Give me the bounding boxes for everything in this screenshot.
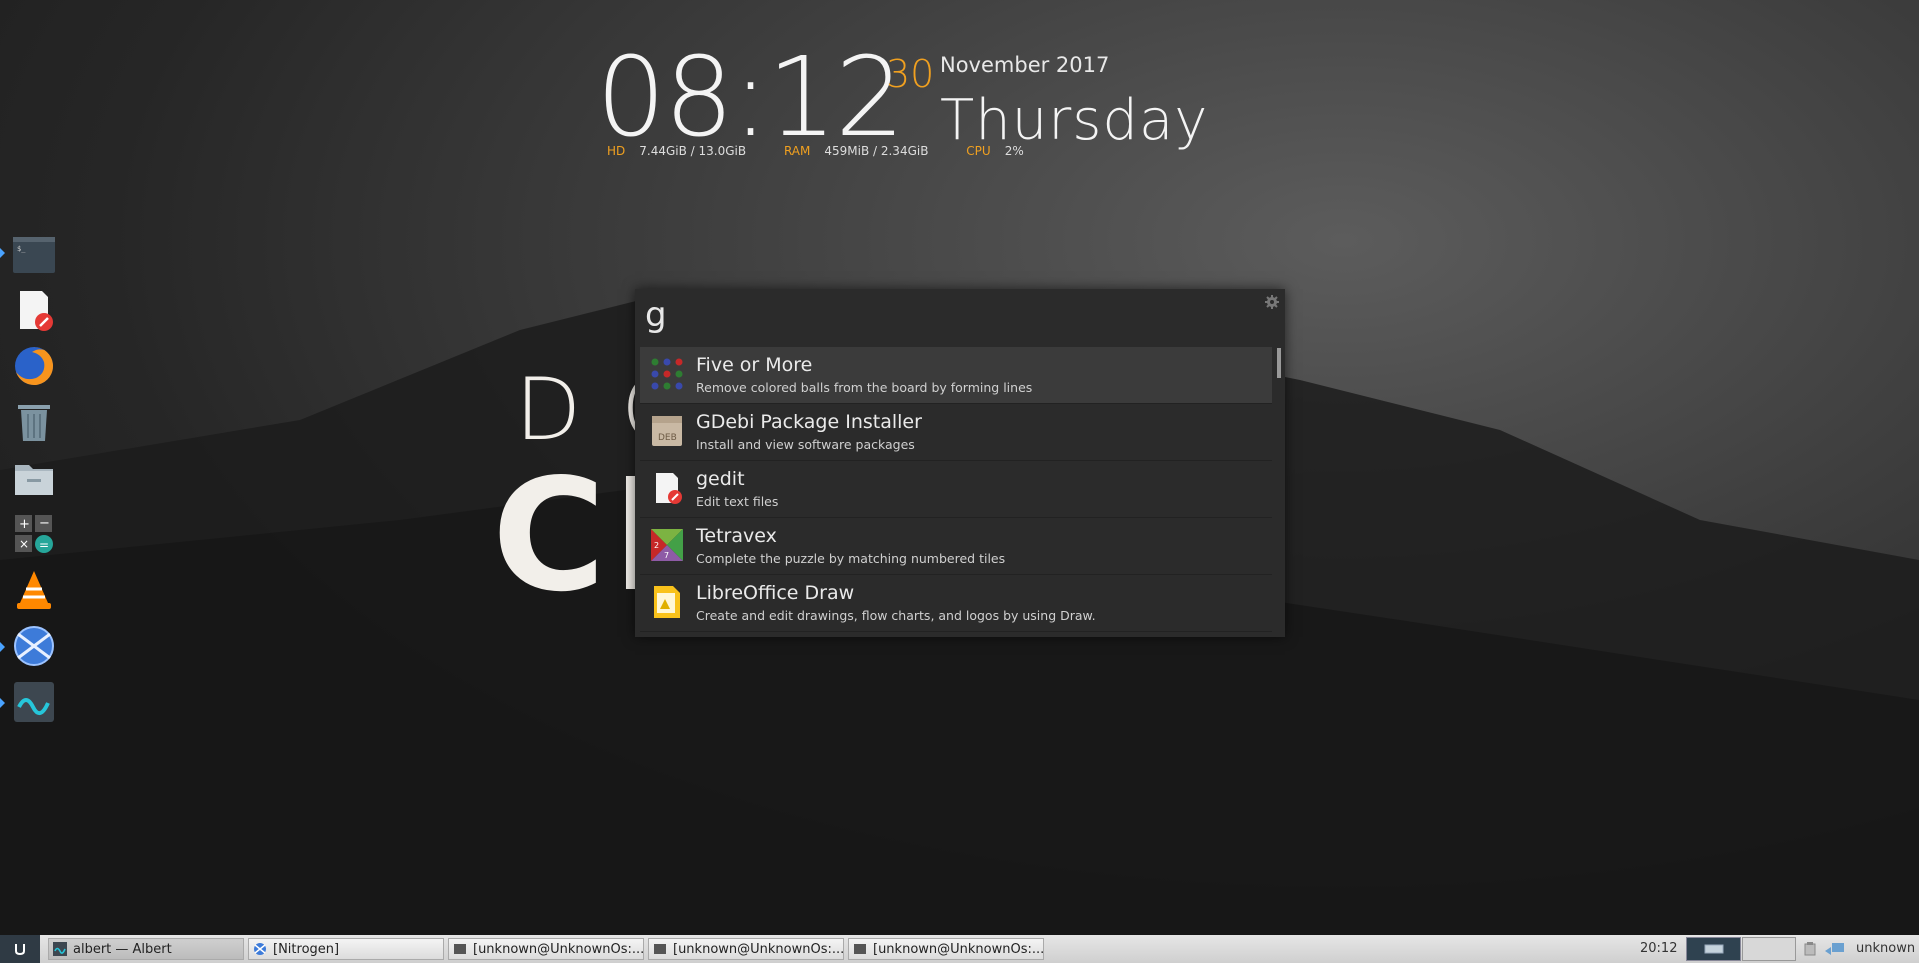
result-title: LibreOffice Draw [696,582,855,604]
calculator-icon: + −× = [15,515,53,553]
result-five-or-more[interactable]: Five or More Remove colored balls from t… [640,347,1272,404]
svg-text:$_: $_ [17,245,26,253]
dock-firefox[interactable] [12,344,56,388]
file-manager-icon [15,465,53,495]
results-list: Five or More Remove colored balls from t… [640,347,1272,632]
firefox-icon [15,346,54,385]
svg-text:7: 7 [664,551,669,560]
task-albert[interactable]: albert — Albert [48,938,244,960]
task-terminal-1[interactable]: [unknown@UnknownOs:... [448,938,644,960]
network-icon [14,626,54,666]
svg-text:+: + [19,517,30,532]
dock-gedit[interactable] [12,288,56,332]
five-or-more-icon [651,358,683,390]
result-gdebi[interactable]: DEB GDebi Package Installer Install and … [640,404,1272,461]
svg-text:=: = [39,538,49,552]
cpu-value: 2% [1004,144,1024,158]
result-gedit[interactable]: gedit Edit text files [640,461,1272,518]
user-name[interactable]: unknown [1856,941,1915,956]
terminal-icon: $_ [13,237,55,273]
results-scrollbar[interactable] [1277,348,1281,378]
dock-terminal[interactable]: $_ [12,233,56,277]
result-subtitle: Remove colored balls from the board by f… [696,380,1033,395]
svg-text:−: − [39,516,50,531]
deb-label: DEB [658,433,677,443]
dock-trash[interactable] [12,400,56,444]
result-subtitle: Install and view software packages [696,437,915,452]
result-title: GDebi Package Installer [696,411,922,433]
gedit-icon [656,473,682,504]
result-title: Tetravex [696,525,777,547]
conky-stats: HD 7.44GiB / 13.0GiB RAM 459MiB / 2.34GiB … [607,144,1058,158]
workspace-window-icon [1704,944,1723,954]
result-tetravex[interactable]: 27 Tetravex Complete the puzzle by match… [640,518,1272,575]
dock-running-indicator [0,642,5,652]
result-libreoffice-draw[interactable]: LibreOffice Draw Create and edit drawing… [640,575,1272,632]
conky-month-year: November 2017 [940,53,1110,77]
svg-text:2: 2 [654,541,659,550]
conky-day-number: 30 [886,52,935,96]
menu-logo-icon [15,944,25,956]
search-input[interactable] [645,293,1255,337]
clipboard-icon[interactable] [1804,942,1816,956]
dock-albert[interactable] [12,680,56,724]
tetravex-icon: 27 [651,529,683,561]
cpu-label: CPU [966,144,991,158]
task-label: [unknown@UnknownOs:... [673,941,844,957]
terminal-icon [854,944,866,954]
albert-icon [53,942,67,956]
task-label: albert — Albert [73,941,172,957]
hd-value: 7.44GiB / 13.0GiB [639,144,747,158]
task-label: [unknown@UnknownOs:... [473,941,644,957]
dock-running-indicator [0,248,5,258]
result-subtitle: Complete the puzzle by matching numbered… [696,551,1006,566]
hd-label: HD [607,144,626,158]
ram-value: 459MiB / 2.34GiB [824,144,929,158]
ram-label: RAM [783,144,811,158]
dock-running-indicator [0,698,5,708]
task-nitrogen[interactable]: [Nitrogen] [248,938,444,960]
dock-vlc[interactable] [12,568,56,612]
terminal-icon [654,944,666,954]
settings-gear-icon[interactable] [1265,295,1279,309]
result-subtitle: Edit text files [696,494,779,509]
dock-network[interactable] [12,624,56,668]
task-label: [Nitrogen] [273,941,340,957]
albert-icon [14,682,54,722]
task-terminal-3[interactable]: [unknown@UnknownOs:... [848,938,1044,960]
taskbar-clock[interactable]: 20:12 [1640,941,1677,956]
gedit-icon [20,291,53,331]
nitrogen-icon [254,943,266,955]
start-menu-button[interactable] [0,935,40,963]
terminal-icon [454,944,466,954]
dock-calculator[interactable]: + − × = [12,512,56,556]
result-title: Five or More [696,354,813,376]
albert-launcher: Five or More Remove colored balls from t… [635,289,1285,637]
workspace-2[interactable] [1742,937,1796,961]
libreoffice-draw-icon [654,586,680,618]
svg-text:×: × [19,537,29,551]
task-terminal-2[interactable]: [unknown@UnknownOs:... [648,938,844,960]
task-label: [unknown@UnknownOs:... [873,941,1044,957]
workspace-1[interactable] [1686,937,1741,961]
taskbar: albert — Albert [Nitrogen] [unknown@Unkn… [0,935,1919,963]
result-subtitle: Create and edit drawings, flow charts, a… [696,608,1096,623]
trash-icon [18,405,50,441]
conky-time: 08:12 [596,33,905,161]
vlc-icon [17,571,51,609]
network-tray-icon[interactable] [1824,942,1846,956]
gdebi-icon: DEB [652,416,682,446]
dock-file-manager[interactable] [12,456,56,500]
result-title: gedit [696,468,745,490]
